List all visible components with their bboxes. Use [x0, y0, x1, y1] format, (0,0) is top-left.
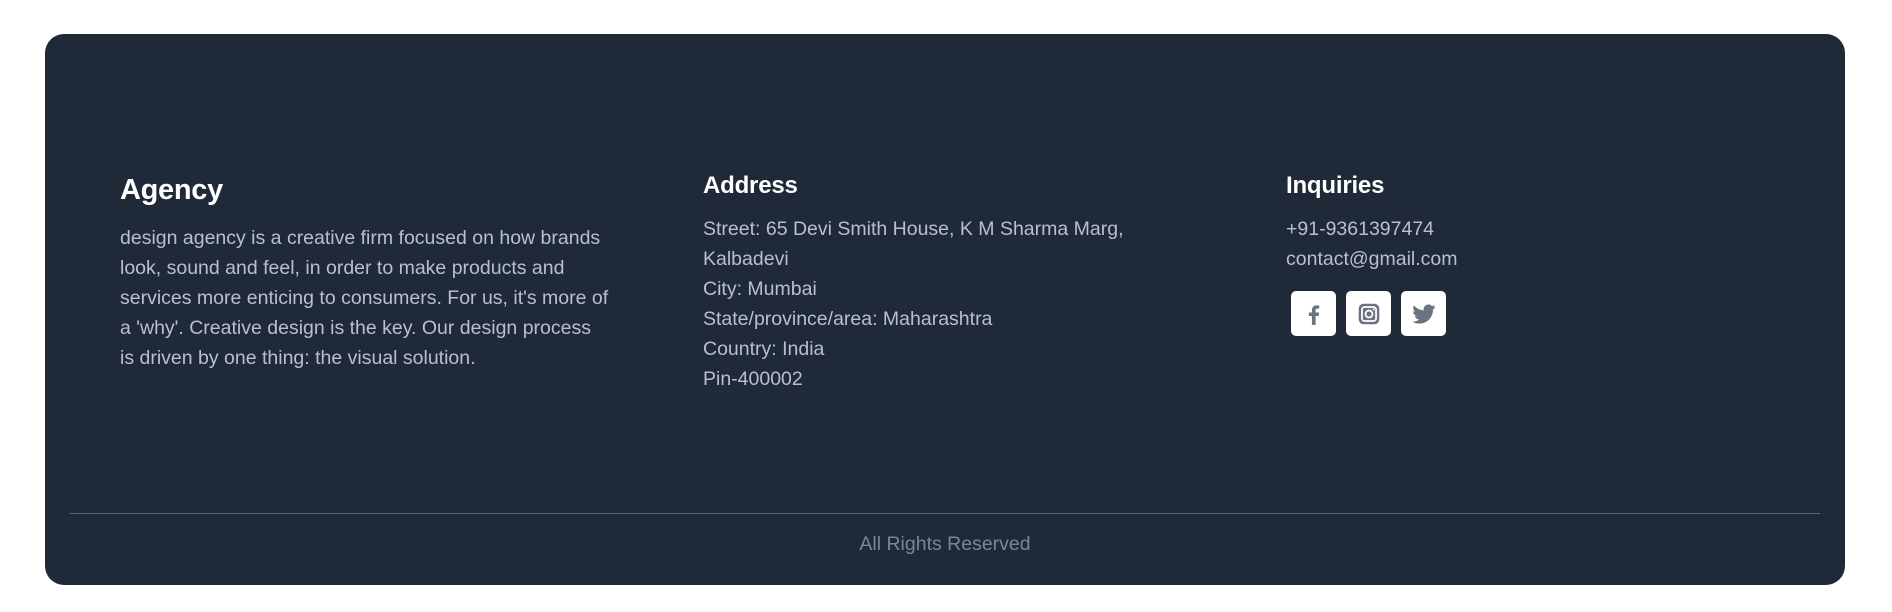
footer-divider [70, 513, 1820, 514]
social-links [1286, 291, 1686, 336]
inquiries-phone[interactable]: +91-9361397474 [1286, 214, 1686, 244]
twitter-link[interactable] [1401, 291, 1446, 336]
address-pin: Pin-400002 [703, 368, 803, 390]
twitter-icon [1411, 304, 1436, 324]
address-street-continued: Kalbadevi [703, 248, 789, 270]
address-title: Address [703, 172, 798, 199]
agency-column: Agency design agency is a creative firm … [120, 174, 610, 373]
inquiries-title: Inquiries [1286, 172, 1385, 199]
facebook-link[interactable] [1291, 291, 1336, 336]
instagram-link[interactable] [1346, 291, 1391, 336]
copyright-text: All Rights Reserved [859, 533, 1031, 555]
inquiries-column: Inquiries +91-9361397474 contact@gmail.c… [1286, 172, 1686, 336]
site-footer: Agency design agency is a creative firm … [45, 34, 1845, 585]
address-street: Street: 65 Devi Smith House, K M Sharma … [703, 218, 1124, 240]
facebook-icon [1308, 304, 1319, 325]
address-state: State/province/area: Maharashtra [703, 308, 993, 330]
inquiries-email[interactable]: contact@gmail.com [1286, 244, 1686, 274]
address-city: City: Mumbai [703, 278, 817, 300]
address-column: Address Street: 65 Devi Smith House, K M… [703, 172, 1163, 394]
agency-title: Agency [120, 174, 223, 206]
address-country: Country: India [703, 338, 825, 360]
agency-description: design agency is a creative firm focused… [120, 227, 609, 369]
instagram-icon [1358, 303, 1379, 324]
